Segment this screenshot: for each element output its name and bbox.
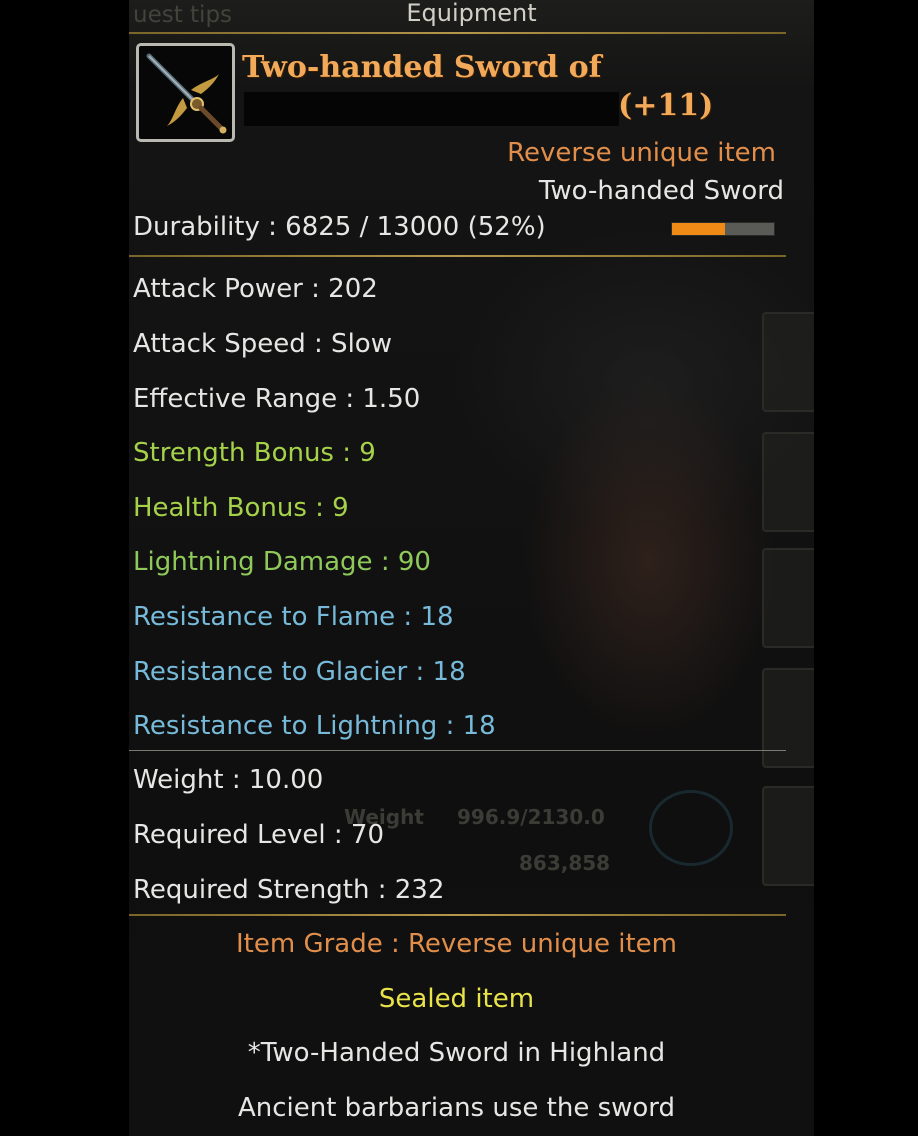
item-grade: Item Grade : Reverse unique item (236, 929, 677, 959)
window-title: Equipment (406, 0, 537, 27)
stat-strength-bonus: Strength Bonus : 9 (133, 438, 376, 468)
item-icon-slot[interactable] (136, 43, 235, 142)
redacted-name-block (244, 92, 619, 126)
stat-attack-power: Attack Power : 202 (133, 274, 378, 304)
item-rarity: Reverse unique item (507, 138, 776, 168)
background-orb (649, 790, 733, 866)
stat-lightning-damage: Lightning Damage : 90 (133, 547, 431, 577)
stat-attack-speed: Attack Speed : Slow (133, 329, 392, 359)
required-strength: Required Strength : 232 (133, 875, 445, 905)
equipment-slot[interactable] (762, 548, 814, 648)
divider (129, 255, 786, 257)
equipment-slot[interactable] (762, 668, 814, 768)
divider (129, 32, 786, 34)
sealed-status: Sealed item (378, 984, 535, 1014)
divider (129, 750, 786, 751)
durability-text: Durability : 6825 / 13000 (52%) (133, 212, 546, 242)
background-gold-value: 863,858 (519, 851, 611, 875)
item-name: Two-handed Sword of (242, 50, 602, 85)
stat-resistance-flame: Resistance to Flame : 18 (133, 602, 454, 632)
equipment-slot[interactable] (762, 432, 814, 532)
sword-icon (146, 53, 227, 134)
divider (129, 914, 786, 916)
item-description-line2: Ancient barbarians use the sword (237, 1093, 676, 1123)
durability-bar (671, 222, 775, 236)
equipment-slot[interactable] (762, 786, 814, 886)
stat-effective-range: Effective Range : 1.50 (133, 384, 421, 414)
durability-bar-fill (672, 223, 726, 235)
item-enhancement-level: (+11) (618, 88, 714, 123)
stat-resistance-lightning: Resistance to Lightning : 18 (133, 711, 496, 741)
item-type: Two-handed Sword (538, 176, 784, 206)
stat-health-bonus: Health Bonus : 9 (133, 493, 349, 523)
stat-resistance-glacier: Resistance to Glacier : 18 (133, 657, 466, 687)
equipment-slot[interactable] (762, 312, 814, 412)
item-tooltip-panel: uest tips Weight 996.9/2130.0 863,858 Eq… (129, 0, 814, 1136)
item-description-line1: *Two-Handed Sword in Highland (247, 1038, 666, 1068)
item-weight: Weight : 10.00 (133, 765, 324, 795)
required-level: Required Level : 70 (133, 820, 384, 850)
background-weight-value: 996.9/2130.0 (457, 805, 605, 829)
